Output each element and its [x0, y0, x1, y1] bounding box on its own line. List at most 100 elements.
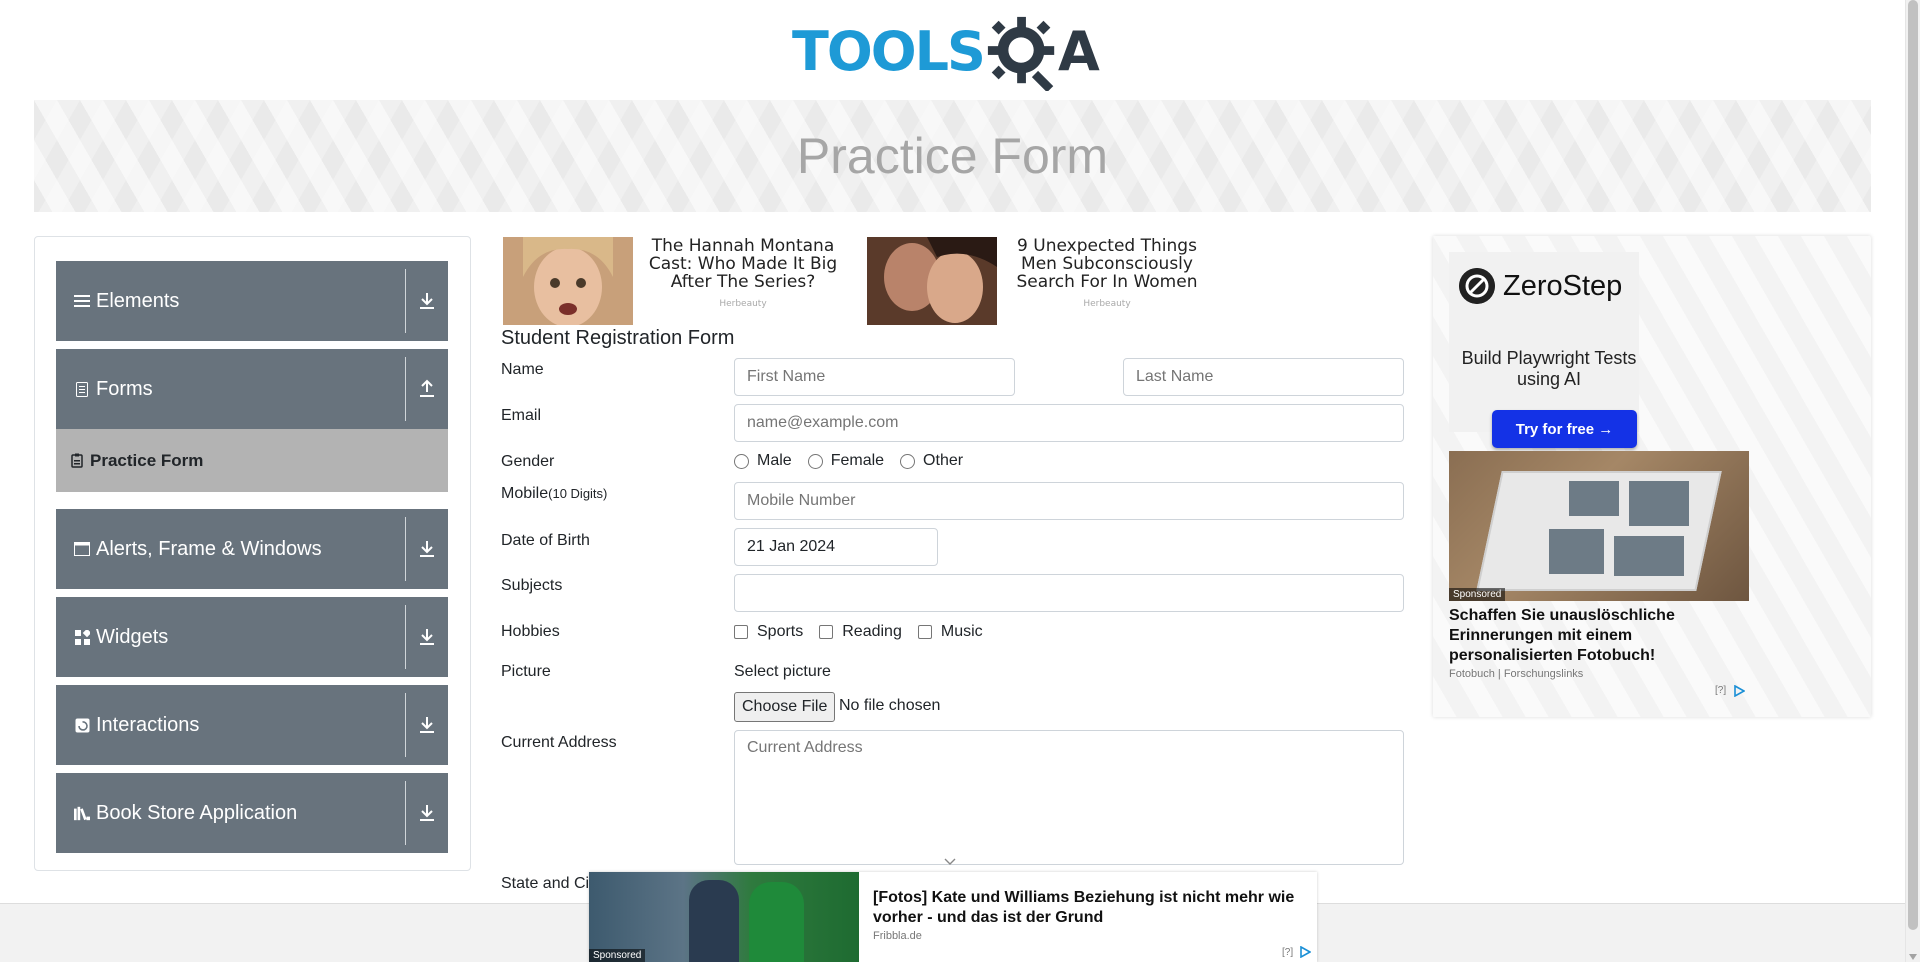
- option-label: Other: [923, 452, 964, 469]
- sidebar-group-label: Alerts, Frame & Windows: [96, 537, 322, 560]
- option-label: Female: [830, 452, 885, 469]
- radio-button[interactable]: [900, 453, 916, 469]
- zerostep-logo-icon: [1459, 268, 1495, 304]
- choose-file-button[interactable]: Choose File: [734, 692, 836, 722]
- sidebar-group-label: Book Store Application: [96, 801, 298, 824]
- ad-text: 9 Unexpected Things Men Subconsciously S…: [997, 237, 1217, 325]
- subjects-input[interactable]: [734, 574, 1404, 612]
- state-city-label: State and Ci: [501, 875, 590, 892]
- ad-card-hannah-montana[interactable]: The Hannah Montana Cast: Who Made It Big…: [503, 237, 853, 325]
- person-figure: [749, 882, 804, 962]
- ad-title: The Hannah Montana Cast: Who Made It Big…: [648, 236, 838, 292]
- right-sidebar-ad[interactable]: ZeroStep Build Playwright Tests using AI…: [1433, 236, 1871, 717]
- radio-button[interactable]: [734, 453, 749, 469]
- bottom-ad-image: Sponsored: [589, 872, 859, 962]
- divider: [405, 781, 406, 845]
- sidebar-group-label: Interactions: [96, 713, 200, 736]
- radio-button[interactable]: [807, 453, 823, 469]
- books-icon: [74, 805, 90, 821]
- sidebar-group-label: Elements: [96, 289, 180, 312]
- chevron-down-icon: [944, 858, 956, 865]
- mobile-label: Mobile(10 Digits): [501, 485, 607, 503]
- current-address-textarea[interactable]: Current Address: [734, 730, 1404, 865]
- checkbox[interactable]: [734, 625, 748, 639]
- ad-text: The Hannah Montana Cast: Who Made It Big…: [633, 237, 853, 325]
- download-arrow-icon[interactable]: [416, 801, 438, 825]
- gender-radio-group: Male Female Other: [734, 452, 979, 470]
- logo-text: TOOLS: [792, 20, 986, 83]
- fotobuch-ad-image[interactable]: Sponsored: [1449, 451, 1749, 601]
- toolsqa-logo[interactable]: TOOLS A: [792, 14, 1117, 91]
- ad-source: Herbeauty: [719, 299, 767, 309]
- hobbies-label: Hobbies: [501, 623, 560, 640]
- adchoices-icon[interactable]: [1299, 946, 1311, 958]
- vertical-scrollbar[interactable]: [1905, 0, 1920, 962]
- divider: [405, 605, 406, 669]
- bottom-ad[interactable]: Sponsored [Fotos] Kate und Williams Bezi…: [589, 872, 1317, 962]
- widgets-icon: [74, 629, 90, 645]
- gender-female-option[interactable]: Female: [807, 452, 885, 470]
- mobile-input[interactable]: Mobile Number: [734, 482, 1404, 520]
- ad-card-unexpected-things[interactable]: 9 Unexpected Things Men Subconsciously S…: [867, 237, 1217, 325]
- bottom-ad-title[interactable]: [Fotos] Kate und Williams Beziehung ist …: [873, 888, 1303, 928]
- current-address-label: Current Address: [501, 734, 617, 751]
- zerostep-brand: ZeroStep: [1503, 269, 1623, 302]
- photo-tile: [1629, 481, 1689, 526]
- checkbox[interactable]: [819, 625, 834, 639]
- sidebar-group-forms[interactable]: Forms: [56, 349, 448, 429]
- hobby-music-option[interactable]: Music: [917, 623, 983, 641]
- sidebar-group-widgets[interactable]: Widgets: [56, 597, 448, 677]
- picture-label: Picture: [501, 663, 551, 680]
- divider: [405, 357, 406, 421]
- sidebar-group-interactions[interactable]: Interactions: [56, 685, 448, 765]
- adchoice-link[interactable]: [?]: [1715, 685, 1726, 696]
- option-label: Male: [757, 452, 792, 469]
- photo-tile: [1614, 536, 1684, 576]
- fotobuch-ad-title[interactable]: Schaffen Sie unauslöschliche Erinnerunge…: [1449, 606, 1749, 666]
- download-arrow-icon[interactable]: [416, 625, 438, 649]
- sidebar-group-elements[interactable]: Elements: [56, 261, 448, 341]
- file-status: No file chosen: [839, 697, 941, 714]
- sidebar-item-practice-form[interactable]: Practice Form: [56, 429, 448, 492]
- form-title: Student Registration Form: [501, 327, 735, 349]
- mobile-label-text: Mobile: [501, 485, 549, 502]
- scroll-down-arrow-icon[interactable]: [1909, 954, 1917, 960]
- zerostep-ad[interactable]: ZeroStep Build Playwright Tests using AI…: [1449, 252, 1639, 448]
- gender-other-option[interactable]: Other: [900, 452, 963, 470]
- mobile-hint: (10 Digits): [548, 486, 608, 501]
- document-icon: [74, 381, 90, 397]
- download-arrow-icon[interactable]: [416, 713, 438, 737]
- interactions-icon: [74, 717, 90, 733]
- bottom-ad-source: Fribbla.de: [873, 930, 922, 942]
- ad-thumbnail: [503, 237, 633, 325]
- dob-label: Date of Birth: [501, 532, 590, 549]
- logo-suffix: A: [1057, 20, 1100, 83]
- dob-input[interactable]: 21 Jan 2024: [734, 528, 938, 566]
- name-label: Name: [501, 361, 544, 378]
- download-arrow-icon[interactable]: [416, 289, 438, 313]
- last-name-input[interactable]: Last Name: [1123, 358, 1404, 396]
- download-arrow-icon[interactable]: [416, 537, 438, 561]
- option-label: Music: [940, 623, 983, 640]
- email-input[interactable]: name@example.com: [734, 404, 1404, 442]
- gender-male-option[interactable]: Male: [734, 452, 792, 470]
- sidebar-group-book-store[interactable]: Book Store Application: [56, 773, 448, 853]
- gender-label: Gender: [501, 453, 555, 470]
- hobby-sports-option[interactable]: Sports: [734, 623, 803, 641]
- zerostep-tagline: Build Playwright Tests using AI: [1461, 348, 1637, 389]
- hobbies-checkbox-group: Sports Reading Music: [734, 623, 999, 641]
- adchoices-icon[interactable]: [1733, 685, 1745, 697]
- divider: [405, 269, 406, 333]
- checkbox[interactable]: [917, 625, 932, 639]
- adchoice-link[interactable]: [?]: [1282, 947, 1293, 958]
- sponsored-tag: Sponsored: [589, 949, 646, 962]
- first-name-input[interactable]: First Name: [734, 358, 1015, 396]
- hobby-reading-option[interactable]: Reading: [819, 623, 902, 641]
- form-icon: [71, 453, 83, 468]
- list-icon: [74, 293, 90, 309]
- try-for-free-button[interactable]: Try for free →: [1492, 410, 1637, 448]
- upload-arrow-icon[interactable]: [416, 377, 438, 401]
- sidebar-group-alerts[interactable]: Alerts, Frame & Windows: [56, 509, 448, 589]
- subjects-label: Subjects: [501, 577, 563, 594]
- scrollbar-thumb[interactable]: [1908, 0, 1918, 930]
